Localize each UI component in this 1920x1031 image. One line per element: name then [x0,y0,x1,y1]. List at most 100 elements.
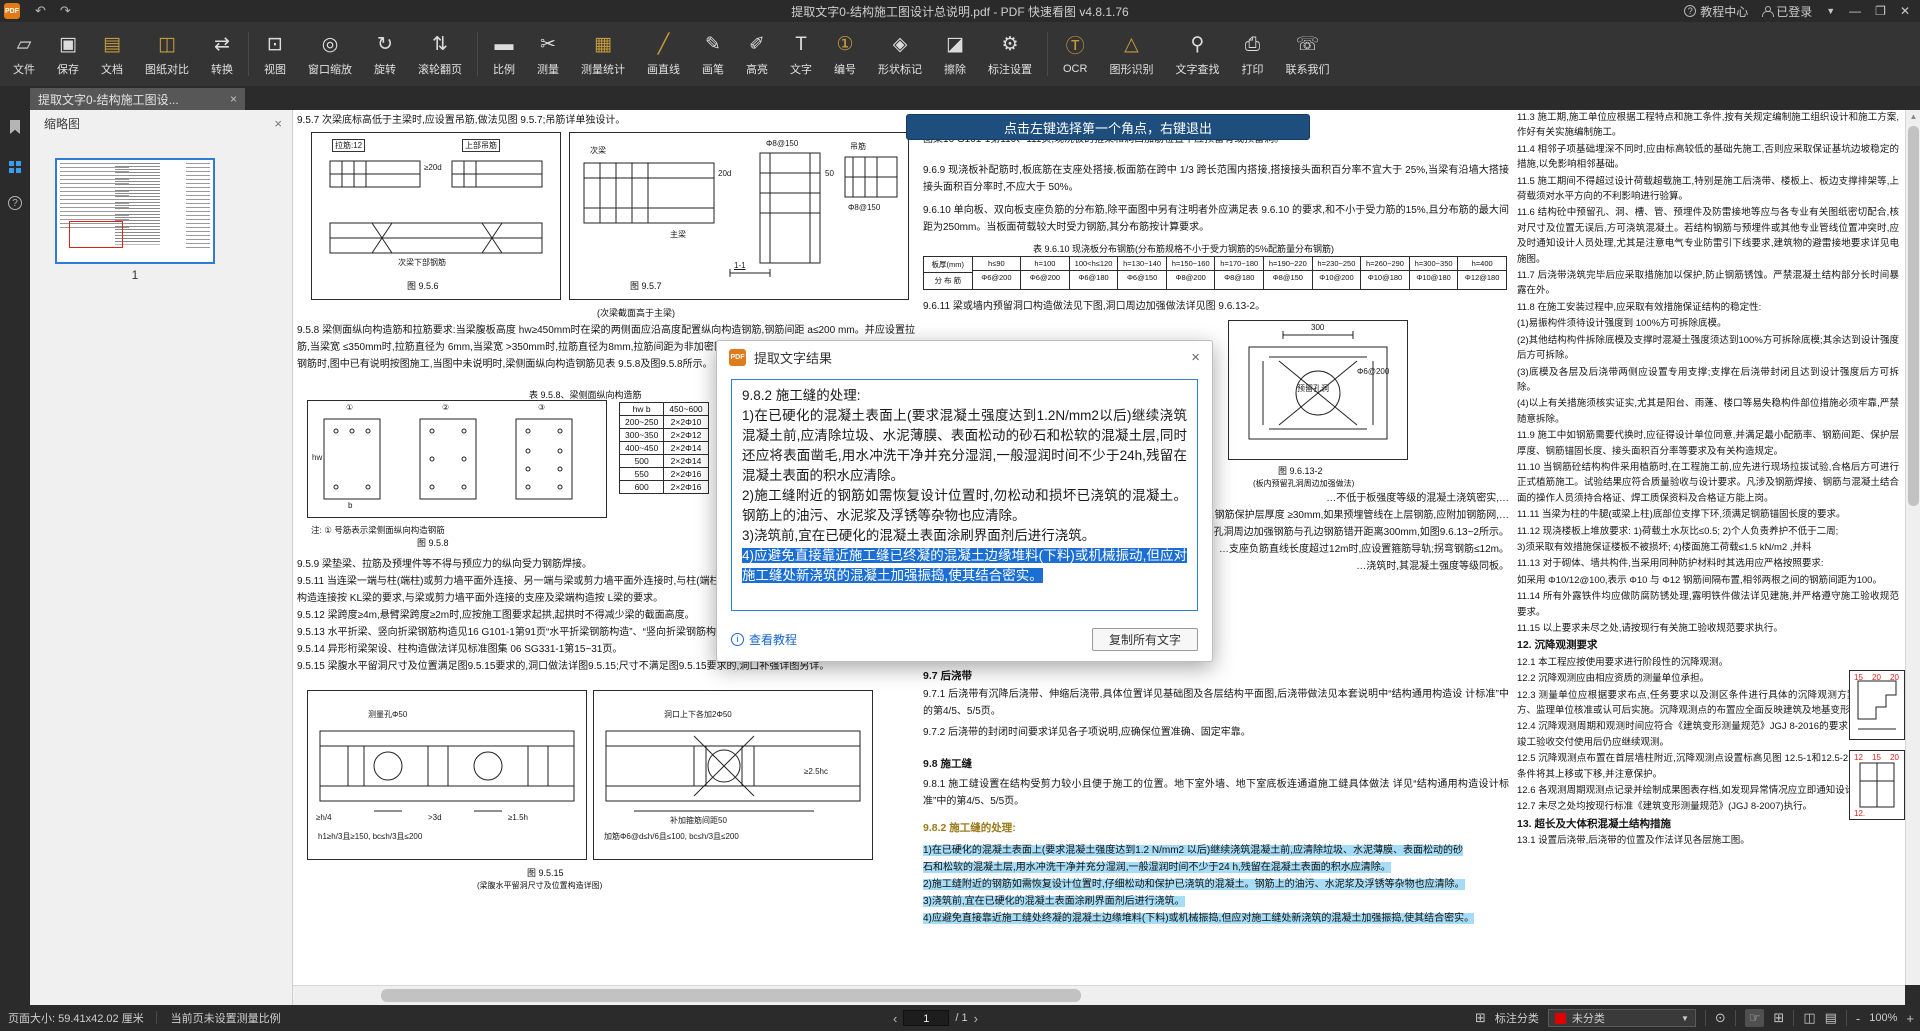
annotation-category-icon[interactable]: ⊞ [1475,1010,1486,1026]
question-icon: ? [1684,5,1696,17]
next-page-button[interactable]: › [974,1011,978,1026]
category-dropdown[interactable]: 未分类 ▼ [1548,1009,1696,1027]
tutorial-label: 教程中心 [1700,3,1748,20]
toolbar-button[interactable]: ▤文档 [90,25,134,83]
toolbar-button[interactable]: △图形识别 [1098,25,1164,83]
figure-label: ② [442,403,449,412]
page-thumbnail[interactable] [55,158,215,264]
thumbnail-panel-close-icon[interactable]: × [274,116,282,131]
toolbar-button[interactable]: ⊡视图 [253,25,297,83]
vertical-scrollbar[interactable]: ▲ [1905,110,1920,985]
toolbar-button[interactable]: ⚙标注设置 [977,25,1043,83]
pdf-highlighted-line: 1)在已硬化的混凝土表面上(要求混凝土强度达到1.2 N/mm2 以后)继续浇筑… [923,842,1509,859]
figure-label: >3d [428,813,442,822]
dialog-header[interactable]: PDF 提取文字结果 × [717,341,1212,373]
toolbar-button[interactable]: ◎窗口缩放 [297,25,363,83]
table-caption: 表 9.6.10 现浇板分布钢筋(分布筋规格不小于受力钢筋的5%配筋量分布钢筋) [1033,242,1334,255]
pdf-highlighted-line: 3)浇筑前,宜在已硬化的混凝土表面涂刷界面剂后进行浇筑。 [923,893,1509,910]
toolbar-label: 打印 [1241,61,1263,77]
maximize-button[interactable]: ❐ [1875,4,1886,18]
pdf-section-heading: 9.8 施工缝 [923,756,972,773]
vertical-scrollbar-thumb[interactable] [1908,126,1919,506]
minimize-button[interactable]: — [1849,4,1861,18]
toolbar-button[interactable]: ⇅滚轮翻页 [407,25,473,83]
toolbar-button[interactable]: ▱文件 [2,25,46,83]
tab-document[interactable]: 提取文字0-结构施工图设... × [30,88,245,110]
toolbar-button[interactable]: ↻旋转 [363,25,407,83]
toolbar-button[interactable]: ⇄转换 [200,25,244,83]
toolbar-button[interactable]: ╱画直线 [636,25,691,83]
figure-9-5-8: ① ② ③ b hw [307,400,607,518]
toolbar-button[interactable]: ✎画笔 [691,25,735,83]
prev-page-button[interactable]: ‹ [893,1011,897,1026]
tutorial-center-button[interactable]: ? 教程中心 [1684,3,1748,20]
thumbnails-toggle-icon[interactable] [0,154,30,180]
table-header-cell: 板厚(mm) [924,257,972,273]
toolbar-button[interactable]: ①编号 [823,25,867,83]
pdf-paragraph: (2)其他结构构件拆除底模及支撑时混凝土强度须达到100%方可拆除底模;其余达到… [1517,333,1899,364]
login-label: 已登录 [1776,3,1812,20]
main-toolbar: ▱文件▣保存▤文档◫图纸对比⇄转换 ⊡视图◎窗口缩放↻旋转⇅滚轮翻页 ▬比例✂测… [0,22,1920,86]
extract-text-dialog: PDF 提取文字结果 × 9.8.2 施工缝的处理:1)在已硬化的混凝土表面上(… [716,340,1213,662]
redo-icon[interactable]: ↷ [60,3,71,19]
page-number-input[interactable]: 1 [903,1010,949,1026]
pdf-paragraph: 12.2 沉降观测应由相应资质的测量单位承担。 [1517,671,1899,686]
figure-caption: 图 9.5.15 [527,866,564,879]
tab-label: 提取文字0-结构施工图设... [38,91,179,108]
toolbar-button[interactable]: ◫图纸对比 [134,25,200,83]
title-bar: PDF ↶ ↷ 提取文字0-结构施工图设计总说明.pdf - PDF 快速看图 … [0,0,1920,22]
table-column: h=170~180Φ8@180 [1215,257,1264,289]
annotation-category-label: 标注分类 [1495,1010,1539,1026]
toolbar-label: 转换 [211,61,233,77]
zoom-in-button[interactable]: + [1906,1011,1914,1026]
horizontal-scrollbar[interactable] [293,985,1905,1005]
close-button[interactable]: ✕ [1900,4,1910,18]
dialog-close-icon[interactable]: × [1191,349,1200,366]
visibility-eye-icon[interactable]: ⊙ [1715,1010,1726,1026]
undo-icon[interactable]: ↶ [35,3,46,19]
toolbar-button[interactable]: ⚲文字查找 [1164,25,1230,83]
toolbar-button[interactable]: ▣保存 [46,25,90,83]
toolbar-icon: ✎ [705,32,721,58]
horizontal-scrollbar-thumb[interactable] [381,989,1081,1002]
toolbar-button[interactable]: ⎙打印 [1230,25,1274,83]
toolbar-button[interactable]: ⓉOCR [1052,25,1098,83]
toolbar-separator [477,32,478,76]
extracted-text-area[interactable]: 9.8.2 施工缝的处理:1)在已硬化的混凝土表面上(要求混凝土强度达到1.2N… [731,379,1198,611]
bookmark-icon[interactable] [0,114,30,140]
figure-subcaption: (梁腹水平留洞尺寸及位置构造详图) [477,880,602,891]
table-cell: 600 [620,481,664,494]
pdf-paragraph: 11.10 当钢筋砼结构构件采用植筋时,在工程施工前,应先进行现场拉拔试验,合格… [1517,460,1899,506]
scroll-up-arrow[interactable]: ▲ [1906,112,1920,121]
copy-all-text-button[interactable]: 复制所有文字 [1092,628,1198,651]
two-page-view-icon[interactable]: ◫ [1803,1010,1815,1026]
toolbar-button[interactable]: ▦测量统计 [570,25,636,83]
figure-label: 主梁 [670,229,686,240]
login-status-button[interactable]: 已登录 [1762,3,1812,20]
single-page-view-icon[interactable]: ▤ [1825,1010,1837,1026]
figure-9-5-7: 次梁 主梁 Φ8@150 1-1 20d 50 吊筋 Φ8@150 图 9.5.… [569,132,909,300]
toolbar-button[interactable]: ◈形状标记 [867,25,933,83]
toolbar-icon: ▦ [594,32,612,58]
toolbar-button[interactable]: ☏联系我们 [1274,25,1340,83]
add-page-icon[interactable]: ⊞ [1773,1010,1784,1026]
figure-label: 加筋Φ6@d≤h/6且≤100, bc≤h/3且≤200 [604,831,739,842]
zoom-out-button[interactable]: - [1856,1011,1860,1026]
hand-pan-tool-icon[interactable]: ☞ [1745,1009,1765,1027]
toolbar-button[interactable]: ▬比例 [482,25,526,83]
help-icon[interactable]: ? [0,190,30,216]
menu-arrow-icon[interactable]: ▼ [1826,6,1835,16]
category-dropdown-value: 未分类 [1572,1010,1605,1026]
toolbar-button[interactable]: ◪擦除 [933,25,977,83]
toolbar-button[interactable]: T文字 [779,25,823,83]
view-tutorial-link[interactable]: i 查看教程 [731,631,797,648]
toolbar-icon: △ [1124,32,1139,58]
status-bar: 页面大小: 59.41x42.02 厘米 │ 当前页未设置测量比例 ‹ 1 / … [0,1005,1920,1031]
table-header-cell: 450~600 [664,403,708,416]
toolbar-button[interactable]: ✐高亮 [735,25,779,83]
tab-close-icon[interactable]: × [230,92,237,106]
toolbar-button[interactable]: ✂测量 [526,25,570,83]
figure-label: 1-1 [734,261,746,270]
figure-label: b [348,501,352,510]
table-column: 板厚(mm)分 布 筋 [924,257,973,289]
